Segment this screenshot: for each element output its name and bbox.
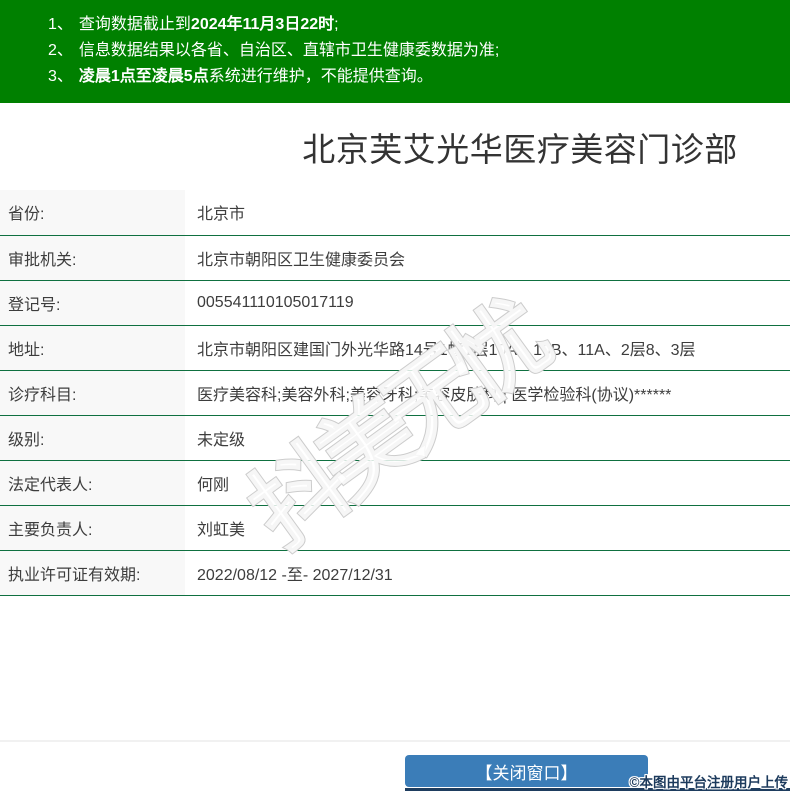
notice-line-2: 2、 信息数据结果以各省、自治区、直辖市卫生健康委数据为准; bbox=[48, 38, 780, 64]
notice-text-bold: 2024年11月3日22时 bbox=[190, 16, 335, 33]
notice-line-3: 3、 凌晨1点至凌晨5点系统进行维护，不能提供查询。 bbox=[48, 64, 780, 90]
notice-text: 查询数据截止到 bbox=[78, 16, 191, 33]
row-label: 地址: bbox=[0, 325, 185, 371]
notice-text: ; bbox=[334, 16, 339, 33]
row-value: 北京市朝阳区卫生健康委员会 bbox=[185, 235, 790, 281]
row-label: 执业许可证有效期: bbox=[0, 550, 185, 596]
row-value: 医疗美容科;美容外科;美容牙科;美容皮肤科 | 医学检验科(协议)****** bbox=[185, 370, 790, 416]
row-value: 北京市 bbox=[185, 190, 790, 236]
table-row-registration-number: 登记号: 005541110105017119 bbox=[0, 280, 790, 326]
row-value: 刘虹美 bbox=[185, 505, 790, 551]
notice-number: 2、 bbox=[48, 42, 73, 59]
row-label: 法定代表人: bbox=[0, 460, 185, 506]
footer-divider bbox=[0, 740, 790, 742]
title-area: 北京芙艾光华医疗美容门诊部 bbox=[250, 103, 790, 190]
table-row-approval-authority: 审批机关: 北京市朝阳区卫生健康委员会 bbox=[0, 235, 790, 281]
row-label: 登记号: bbox=[0, 280, 185, 326]
notice-text: 信息数据结果以各省、自治区、直辖市卫生健康委数据为准; bbox=[78, 42, 500, 59]
row-label: 级别: bbox=[0, 415, 185, 461]
institution-detail-table: 省份: 北京市 审批机关: 北京市朝阳区卫生健康委员会 登记号: 0055411… bbox=[0, 190, 790, 596]
license-detail-page: 1、 查询数据截止到2024年11月3日22时; 2、 信息数据结果以各省、自治区、… bbox=[0, 0, 790, 791]
row-value: 何刚 bbox=[185, 460, 790, 506]
page-title: 北京芙艾光华医疗美容门诊部 bbox=[302, 130, 738, 168]
table-row-license-validity: 执业许可证有效期: 2022/08/12 -至- 2027/12/31 bbox=[0, 550, 790, 596]
notice-number: 1、 bbox=[48, 16, 73, 33]
notice-text-bold: 凌晨1点至凌晨5点 bbox=[78, 68, 209, 85]
row-label: 审批机关: bbox=[0, 235, 185, 281]
notice-text: 系统进行维护，不能提供查询。 bbox=[208, 68, 433, 85]
row-label: 诊疗科目: bbox=[0, 370, 185, 416]
row-value: 2022/08/12 -至- 2027/12/31 bbox=[185, 550, 790, 596]
notice-number: 3、 bbox=[48, 68, 73, 85]
table-row-main-person-in-charge: 主要负责人: 刘虹美 bbox=[0, 505, 790, 551]
row-value: 北京市朝阳区建国门外光华路14号1幢1层10A、10B、11A、2层8、3层 bbox=[185, 325, 790, 371]
row-label: 省份: bbox=[0, 190, 185, 236]
table-row-legal-representative: 法定代表人: 何刚 bbox=[0, 460, 790, 506]
upload-credit-text: ©本图由平台注册用户上传 bbox=[629, 775, 788, 790]
notice-line-1: 1、 查询数据截止到2024年11月3日22时; bbox=[48, 12, 780, 38]
table-row-address: 地址: 北京市朝阳区建国门外光华路14号1幢1层10A、10B、11A、2层8、… bbox=[0, 325, 790, 371]
notice-banner: 1、 查询数据截止到2024年11月3日22时; 2、 信息数据结果以各省、自治区、… bbox=[0, 0, 790, 103]
row-value: 005541110105017119 bbox=[185, 280, 790, 326]
row-label: 主要负责人: bbox=[0, 505, 185, 551]
table-row-level: 级别: 未定级 bbox=[0, 415, 790, 461]
row-value: 未定级 bbox=[185, 415, 790, 461]
table-row-medical-subjects: 诊疗科目: 医疗美容科;美容外科;美容牙科;美容皮肤科 | 医学检验科(协议)*… bbox=[0, 370, 790, 416]
close-window-button[interactable]: 【关闭窗口】 bbox=[405, 755, 648, 787]
table-row-province: 省份: 北京市 bbox=[0, 190, 790, 236]
